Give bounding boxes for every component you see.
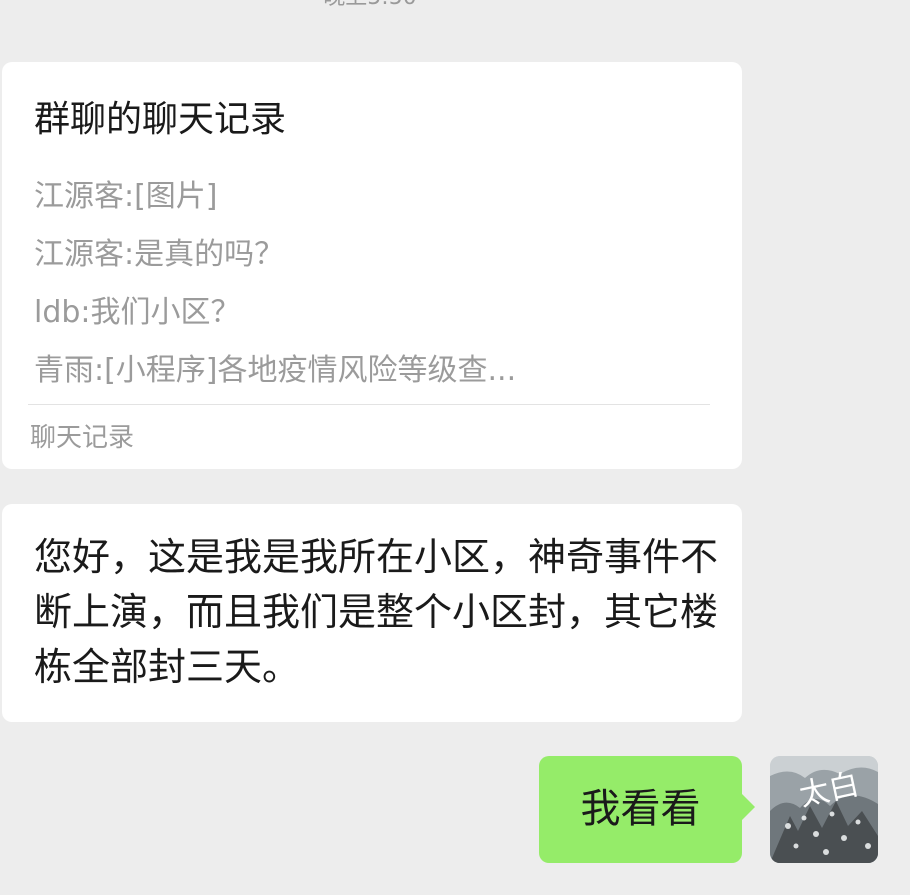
snowy-tree-avatar-icon: 太白 bbox=[770, 756, 878, 863]
chat-history-preview-line: 青雨:[小程序]各地疫情风险等级查... bbox=[34, 353, 517, 388]
chat-history-title: 群聊的聊天记录 bbox=[34, 99, 287, 140]
chat-history-preview-list: 江源客:[图片] 江源客:是真的吗？ ldb:我们小区？ 青雨:[小程序]各地疫… bbox=[34, 168, 714, 400]
chat-history-preview-line: 江源客:[图片] bbox=[34, 179, 218, 214]
outgoing-message-text: 我看看 bbox=[580, 786, 701, 832]
chat-history-preview-line: ldb:我们小区？ bbox=[34, 295, 241, 330]
user-avatar[interactable]: 太白 bbox=[770, 756, 878, 863]
outgoing-bubble-tail bbox=[741, 793, 755, 821]
chat-history-footer-label: 聊天记录 bbox=[30, 423, 135, 453]
chat-history-preview-line: 江源客:是真的吗？ bbox=[34, 237, 285, 272]
message-timestamp: 晚上5:50 bbox=[0, 0, 740, 12]
incoming-message-text: 您好，这是我是我所在小区，神奇事件不断上演，而且我们是整个小区封，其它楼栋全部封… bbox=[34, 535, 719, 689]
card-divider bbox=[28, 404, 710, 405]
